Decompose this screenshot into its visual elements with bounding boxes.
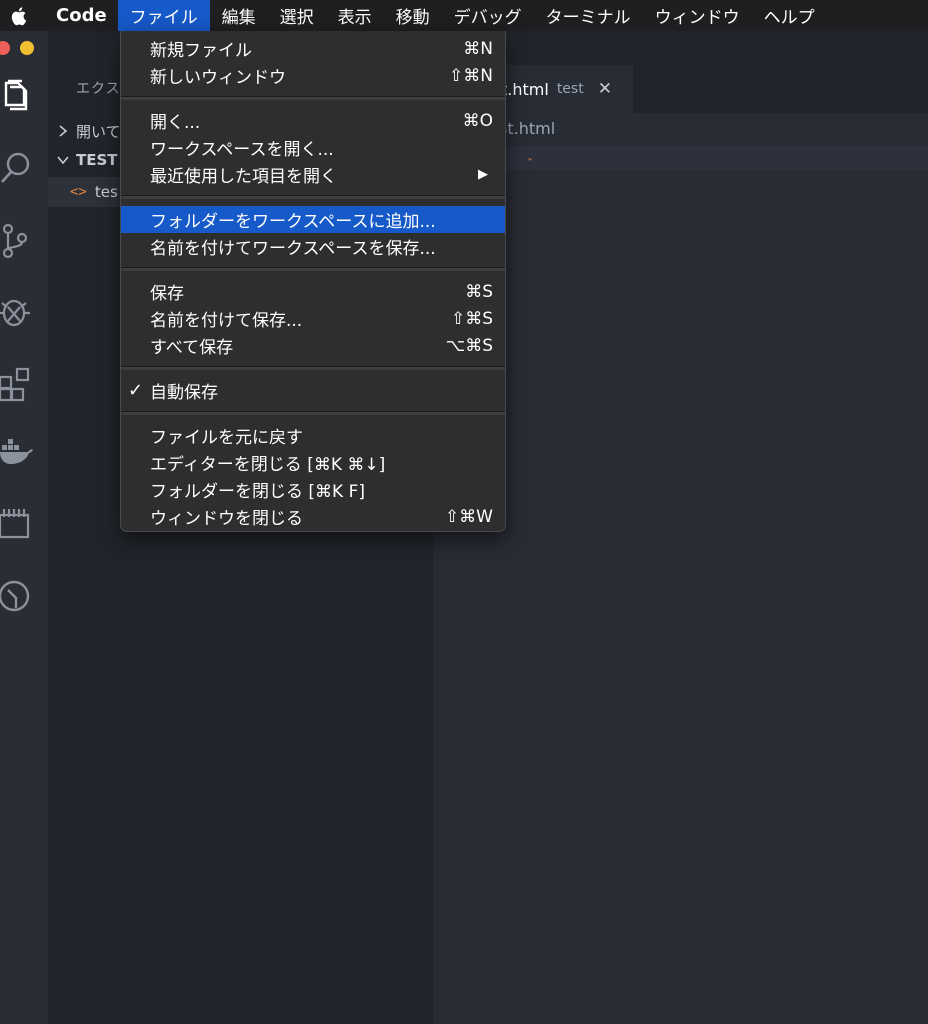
- file-menu-item-shortcut: ⇧⌘W: [444, 506, 493, 527]
- file-menu-item-label: エディターを閉じる [⌘K ⌘↓]: [150, 455, 386, 475]
- menu-edit[interactable]: 編集: [210, 0, 268, 31]
- menu-separator: [121, 96, 505, 100]
- file-menu-item[interactable]: すべて保存 ⌥⌘S: [121, 332, 505, 359]
- timeline-icon[interactable]: [0, 576, 36, 616]
- submenu-arrow-icon: ▶: [478, 167, 488, 182]
- checkmark-icon: ✓: [128, 380, 144, 401]
- editor-area: t.html test ✕ st.html ˇ: [433, 31, 928, 1024]
- file-menu-item-label: 新しいウィンドウ: [150, 68, 286, 88]
- open-editors-label: 開いて: [76, 122, 121, 141]
- current-line-highlight: [433, 146, 928, 170]
- menu-selection[interactable]: 選択: [268, 0, 326, 31]
- folder-label: TEST: [76, 151, 118, 169]
- file-menu-item-label: 開く...: [150, 113, 201, 133]
- search-icon[interactable]: [0, 149, 36, 189]
- menu-bar: Code ファイル 編集 選択 表示 移動 デバッグ ターミナル ウィンドウ ヘ…: [0, 0, 928, 31]
- source-control-icon[interactable]: [0, 221, 36, 261]
- file-menu-item[interactable]: フォルダーをワークスペースに追加...: [121, 206, 505, 233]
- menu-file[interactable]: ファイル: [117, 0, 210, 31]
- file-menu-item[interactable]: ✓ 自動保存: [121, 377, 505, 404]
- html-file-icon: <>: [70, 184, 87, 200]
- file-menu-item-label: ファイルを元に戻す: [150, 428, 303, 448]
- file-menu-item[interactable]: 最近使用した項目を開く ▶: [121, 161, 505, 188]
- file-menu-item[interactable]: フォルダーを閉じる [⌘K F]: [121, 476, 505, 503]
- file-menu-item-shortcut: ⇧⌘N: [449, 65, 493, 86]
- file-menu-item-shortcut: ⌘S: [465, 281, 493, 302]
- window-minimize-button[interactable]: [20, 41, 34, 55]
- activity-bar: [0, 31, 48, 1024]
- file-menu-item[interactable]: 新しいウィンドウ ⇧⌘N: [121, 62, 505, 89]
- chevron-right-icon: [59, 125, 68, 137]
- file-menu-item-label: 自動保存: [150, 383, 218, 403]
- file-menu-item-shortcut: ⇧⌘S: [450, 308, 493, 329]
- file-menu-item[interactable]: 保存 ⌘S: [121, 278, 505, 305]
- file-menu-item-label: 最近使用した項目を開く: [150, 167, 337, 187]
- file-menu-item-label: ワークスペースを開く...: [150, 140, 334, 160]
- file-menu-item-label: 新規ファイル: [150, 41, 252, 61]
- file-menu-item[interactable]: 新規ファイル ⌘N: [121, 35, 505, 62]
- explorer-icon[interactable]: [0, 77, 36, 117]
- file-menu-item-label: 名前を付けてワークスペースを保存...: [150, 239, 436, 259]
- close-icon[interactable]: ✕: [598, 79, 612, 99]
- tab-file-name: t.html: [501, 79, 549, 99]
- file-menu-item[interactable]: ワークスペースを開く...: [121, 134, 505, 161]
- file-menu-item-shortcut: ⌥⌘S: [445, 335, 493, 356]
- menu-separator: [121, 195, 505, 199]
- file-menu-item-label: 保存: [150, 284, 184, 304]
- menu-separator: [121, 267, 505, 271]
- menu-help[interactable]: ヘルプ: [752, 0, 827, 31]
- file-menu-item[interactable]: 名前を付けて保存... ⇧⌘S: [121, 305, 505, 332]
- file-menu-item[interactable]: エディターを閉じる [⌘K ⌘↓]: [121, 449, 505, 476]
- file-label: tes: [94, 183, 118, 201]
- file-menu-item[interactable]: 開く... ⌘O: [121, 107, 505, 134]
- file-menu-item-label: すべて保存: [150, 338, 234, 358]
- menu-go[interactable]: 移動: [384, 0, 442, 31]
- file-menu-item-label: フォルダーをワークスペースに追加...: [150, 212, 436, 232]
- file-menu-item[interactable]: ウィンドウを閉じる ⇧⌘W: [121, 503, 505, 530]
- docker-icon[interactable]: [0, 433, 36, 473]
- menu-app-code[interactable]: Code: [40, 0, 118, 31]
- chevron-down-icon: [57, 156, 69, 165]
- file-menu-item[interactable]: ファイルを元に戻す: [121, 422, 505, 449]
- menu-separator: [121, 366, 505, 370]
- editor-tab-bar: t.html test ✕: [433, 31, 928, 113]
- debug-icon[interactable]: [0, 291, 36, 331]
- apple-menu[interactable]: [0, 0, 40, 31]
- sidebar-title: エクス: [76, 81, 121, 97]
- cursor-marker-icon: ˇ: [527, 157, 533, 171]
- menu-debug[interactable]: デバッグ: [442, 0, 534, 31]
- file-menu-item-label: 名前を付けて保存...: [150, 311, 303, 331]
- file-menu-item-label: ウィンドウを閉じる: [150, 509, 303, 529]
- menu-window[interactable]: ウィンドウ: [643, 0, 752, 31]
- menu-terminal[interactable]: ターミナル: [534, 0, 643, 31]
- menu-separator: [121, 411, 505, 415]
- tab-directory: test: [556, 81, 584, 97]
- file-menu-item-shortcut: ⌘N: [463, 38, 493, 59]
- remote-explorer-icon[interactable]: [0, 505, 36, 545]
- file-menu-item[interactable]: 名前を付けてワークスペースを保存...: [121, 233, 505, 260]
- file-menu-item-shortcut: ⌘O: [462, 110, 493, 131]
- menu-view[interactable]: 表示: [326, 0, 384, 31]
- breadcrumb[interactable]: st.html: [499, 119, 555, 138]
- file-menu-item-label: フォルダーを閉じる [⌘K F]: [150, 482, 365, 502]
- extensions-icon[interactable]: [0, 365, 36, 405]
- file-menu-dropdown: 新規ファイル ⌘N 新しいウィンドウ ⇧⌘N 開く... ⌘O ワークスペースを開く... 最…: [120, 31, 506, 532]
- apple-icon: [11, 6, 27, 25]
